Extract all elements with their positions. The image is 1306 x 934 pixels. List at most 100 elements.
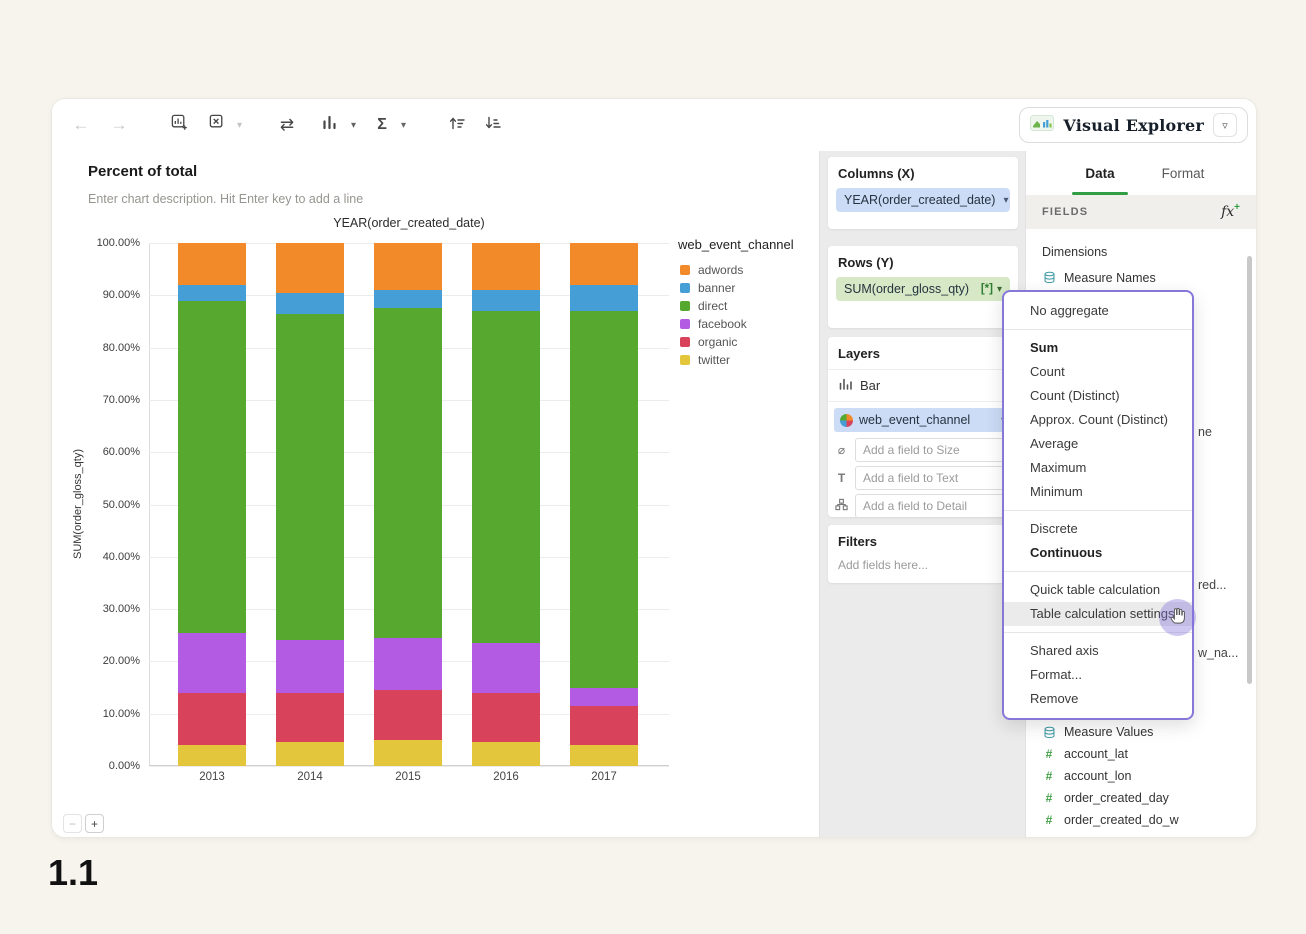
columns-field-pill[interactable]: YEAR(order_created_date) ▾ bbox=[836, 188, 1010, 212]
field-item-measure-values[interactable]: Measure Values bbox=[1026, 721, 1256, 743]
remove-chart-icon bbox=[208, 113, 227, 137]
legend-item-twitter[interactable]: twitter bbox=[680, 351, 747, 369]
bar-segment-direct[interactable] bbox=[570, 311, 638, 688]
remove-chart-menu-button[interactable]: ▾ bbox=[230, 99, 246, 151]
bar-segment-facebook[interactable] bbox=[276, 640, 344, 693]
menu-item-remove[interactable]: Remove bbox=[1004, 687, 1192, 711]
sort-descending-button[interactable] bbox=[478, 99, 508, 151]
swap-axes-button[interactable]: ⇄ bbox=[272, 99, 302, 151]
duplicate-chart-button[interactable] bbox=[164, 99, 194, 151]
legend-label: organic bbox=[698, 335, 738, 349]
menu-item-count[interactable]: Count bbox=[1004, 360, 1192, 384]
mouse-cursor bbox=[1159, 599, 1196, 636]
menu-item-minimum[interactable]: Minimum bbox=[1004, 480, 1192, 504]
formula-add-button[interactable]: fx + bbox=[1221, 202, 1240, 220]
field-item-account-lat[interactable]: # account_lat bbox=[1026, 743, 1256, 765]
menu-item-count-distinct[interactable]: Count (Distinct) bbox=[1004, 384, 1192, 408]
field-label: Measure Values bbox=[1064, 725, 1154, 739]
menu-item-shared-axis[interactable]: Shared axis bbox=[1004, 639, 1192, 663]
bar-segment-banner[interactable] bbox=[276, 292, 344, 314]
sort-ascending-button[interactable] bbox=[442, 99, 472, 151]
brand-caret-button[interactable]: ▿ bbox=[1213, 113, 1237, 137]
bar-mark-icon bbox=[838, 377, 852, 394]
legend-item-direct[interactable]: direct bbox=[680, 297, 747, 315]
legend-item-facebook[interactable]: facebook bbox=[680, 315, 747, 333]
zoom-in-button[interactable]: + bbox=[85, 814, 104, 833]
menu-item-average[interactable]: Average bbox=[1004, 432, 1192, 456]
color-field-pill[interactable]: web_event_channel ▾ bbox=[834, 408, 1012, 432]
field-item-account-lon[interactable]: # account_lon bbox=[1026, 765, 1256, 787]
clipped-field-fragment: red... bbox=[1198, 578, 1227, 592]
bar-segment-adwords[interactable] bbox=[178, 243, 246, 285]
hash-icon: # bbox=[1045, 747, 1053, 761]
bar-segment-twitter[interactable] bbox=[178, 745, 246, 766]
bar-segment-direct[interactable] bbox=[276, 313, 344, 641]
legend-item-adwords[interactable]: adwords bbox=[680, 261, 747, 279]
tab-format[interactable]: Format bbox=[1149, 151, 1217, 195]
scrollbar[interactable] bbox=[1247, 256, 1252, 684]
remove-chart-button[interactable] bbox=[202, 99, 232, 151]
aggregate-button[interactable]: Σ bbox=[370, 99, 394, 151]
field-item-order-created-day[interactable]: # order_created_day bbox=[1026, 787, 1256, 809]
bar-segment-facebook[interactable] bbox=[472, 643, 540, 693]
bar-segment-organic[interactable] bbox=[472, 692, 540, 743]
filters-dropzone[interactable]: Add fields here... bbox=[828, 556, 1018, 574]
bar-segment-organic[interactable] bbox=[570, 705, 638, 746]
bar-segment-adwords[interactable] bbox=[570, 243, 638, 285]
size-field-dropzone[interactable]: Add a field to Size bbox=[855, 438, 1012, 462]
menu-item-continuous[interactable]: Continuous bbox=[1004, 541, 1192, 565]
chart-type-button[interactable] bbox=[316, 99, 342, 151]
legend-item-organic[interactable]: organic bbox=[680, 333, 747, 351]
menu-item-no-aggregate[interactable]: No aggregate bbox=[1004, 299, 1192, 323]
aggregate-menu-button[interactable]: ▾ bbox=[394, 99, 410, 151]
legend-label: facebook bbox=[698, 317, 747, 331]
bar-segment-organic[interactable] bbox=[374, 690, 442, 740]
brand-selector[interactable]: Visual Explorer ▿ bbox=[1019, 107, 1248, 143]
rows-pill-label: SUM(order_gloss_qty) bbox=[844, 282, 970, 296]
bar-segment-direct[interactable] bbox=[374, 308, 442, 638]
mark-type-row[interactable]: Bar bbox=[828, 370, 1018, 402]
chart-type-menu-button[interactable]: ▾ bbox=[344, 99, 360, 151]
text-field-dropzone[interactable]: Add a field to Text bbox=[855, 466, 1012, 490]
zoom-out-button[interactable]: − bbox=[63, 814, 82, 833]
bar-segment-direct[interactable] bbox=[472, 311, 540, 644]
menu-item-discrete[interactable]: Discrete bbox=[1004, 517, 1192, 541]
field-item-measure-names[interactable]: Measure Names bbox=[1026, 265, 1256, 290]
chart-title[interactable]: Percent of total bbox=[88, 163, 197, 180]
rows-field-pill[interactable]: SUM(order_gloss_qty) [*] ▾ bbox=[836, 277, 1010, 301]
bar-segment-adwords[interactable] bbox=[472, 243, 540, 291]
menu-item-approx-count-distinct[interactable]: Approx. Count (Distinct) bbox=[1004, 408, 1192, 432]
bar-segment-banner[interactable] bbox=[570, 284, 638, 311]
clipped-field-fragment: ne bbox=[1198, 425, 1212, 439]
back-icon: ← bbox=[72, 115, 90, 134]
bar-segment-adwords[interactable] bbox=[374, 243, 442, 291]
bar-segment-banner[interactable] bbox=[178, 284, 246, 301]
tab-data[interactable]: Data bbox=[1066, 151, 1134, 195]
bar-segment-twitter[interactable] bbox=[276, 742, 344, 766]
forward-button[interactable]: → bbox=[104, 99, 134, 151]
bar-segment-facebook[interactable] bbox=[178, 632, 246, 693]
bar-segment-banner[interactable] bbox=[374, 290, 442, 309]
layers-panel: Layers Bar web_event_channel ▾ ⌀ Add a f… bbox=[828, 337, 1018, 518]
bar-segment-organic[interactable] bbox=[276, 692, 344, 743]
bar-segment-twitter[interactable] bbox=[472, 742, 540, 766]
legend-swatch bbox=[680, 301, 690, 311]
back-button[interactable]: ← bbox=[66, 99, 96, 151]
chevron-down-icon: ▾ bbox=[400, 119, 407, 131]
menu-item-quick-table-calculation[interactable]: Quick table calculation bbox=[1004, 578, 1192, 602]
menu-item-maximum[interactable]: Maximum bbox=[1004, 456, 1192, 480]
bar-segment-twitter[interactable] bbox=[570, 745, 638, 766]
bar-segment-facebook[interactable] bbox=[374, 637, 442, 691]
bar-segment-adwords[interactable] bbox=[276, 243, 344, 293]
detail-field-dropzone[interactable]: Add a field to Detail bbox=[855, 494, 1012, 518]
bar-segment-organic[interactable] bbox=[178, 692, 246, 746]
bar-segment-banner[interactable] bbox=[472, 290, 540, 311]
menu-item-sum[interactable]: Sum bbox=[1004, 336, 1192, 360]
field-item-order-created-do-w[interactable]: # order_created_do_w bbox=[1026, 809, 1256, 831]
menu-item-format[interactable]: Format... bbox=[1004, 663, 1192, 687]
legend-item-banner[interactable]: banner bbox=[680, 279, 747, 297]
bar-segment-twitter[interactable] bbox=[374, 739, 442, 766]
bar-segment-facebook[interactable] bbox=[570, 687, 638, 706]
chart-description-input[interactable]: Enter chart description. Hit Enter key t… bbox=[88, 192, 363, 206]
bar-segment-direct[interactable] bbox=[178, 300, 246, 633]
